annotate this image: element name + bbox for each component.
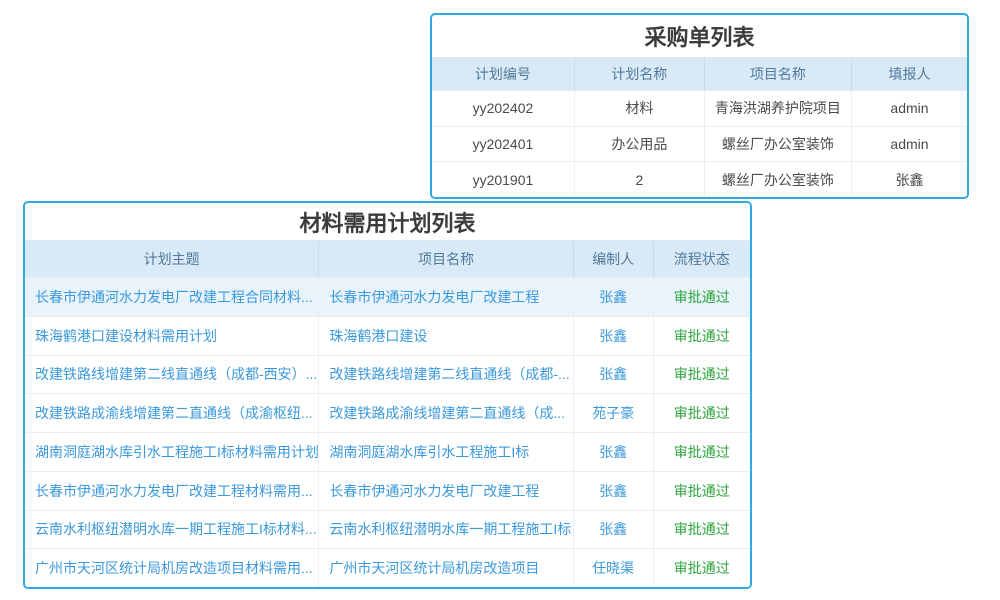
material-table-header: 计划主题 项目名称 编制人 流程状态 <box>25 241 750 277</box>
column-header-plan-name: 计划名称 <box>575 58 705 90</box>
cell-author: 张鑫 <box>574 317 654 355</box>
cell-project-link[interactable]: 长春市伊通河水力发电厂改建工程 <box>319 278 573 316</box>
cell-author: 张鑫 <box>574 356 654 394</box>
cell-author: 张鑫 <box>574 511 654 549</box>
purchase-list-panel: 采购单列表 计划编号 计划名称 项目名称 填报人 yy202402 材料 青海洪… <box>430 13 969 199</box>
cell-plan-subject-link[interactable]: 广州市天河区统计局机房改造项目材料需用... <box>25 549 319 587</box>
material-panel-title: 材料需用计划列表 <box>25 203 750 241</box>
purchase-panel-title: 采购单列表 <box>432 15 967 58</box>
table-row[interactable]: 长春市伊通河水力发电厂改建工程材料需用... 长春市伊通河水力发电厂改建工程 张… <box>25 471 750 510</box>
column-header-status: 流程状态 <box>654 241 750 277</box>
cell-author: 张鑫 <box>574 472 654 510</box>
cell-author: 张鑫 <box>574 433 654 471</box>
table-row[interactable]: 云南水利枢纽潜明水库一期工程施工I标材料... 云南水利枢纽潜明水库一期工程施工… <box>25 510 750 549</box>
cell-plan-no: yy201901 <box>432 162 575 197</box>
cell-plan-subject-link[interactable]: 珠海鹤港口建设材料需用计划 <box>25 317 319 355</box>
status-badge: 审批通过 <box>654 278 750 316</box>
cell-project: 螺丝厂办公室装饰 <box>705 127 852 162</box>
column-header-project: 项目名称 <box>319 241 573 277</box>
cell-project-link[interactable]: 湖南洞庭湖水库引水工程施工I标 <box>319 433 573 471</box>
purchase-table-header: 计划编号 计划名称 项目名称 填报人 <box>432 58 967 90</box>
material-table-body: 长春市伊通河水力发电厂改建工程合同材料... 长春市伊通河水力发电厂改建工程 张… <box>25 277 750 587</box>
cell-plan-subject-link[interactable]: 改建铁路成渝线增建第二直通线（成渝枢纽... <box>25 394 319 432</box>
table-row[interactable]: 改建铁路成渝线增建第二直通线（成渝枢纽... 改建铁路成渝线增建第二直通线（成.… <box>25 393 750 432</box>
table-row[interactable]: 广州市天河区统计局机房改造项目材料需用... 广州市天河区统计局机房改造项目 任… <box>25 548 750 587</box>
cell-project: 螺丝厂办公室装饰 <box>705 162 852 197</box>
cell-project-link[interactable]: 长春市伊通河水力发电厂改建工程 <box>319 472 573 510</box>
table-row[interactable]: 长春市伊通河水力发电厂改建工程合同材料... 长春市伊通河水力发电厂改建工程 张… <box>25 277 750 316</box>
cell-reporter: 张鑫 <box>852 162 967 197</box>
cell-author: 任晓渠 <box>574 549 654 587</box>
material-plan-list-panel: 材料需用计划列表 计划主题 项目名称 编制人 流程状态 长春市伊通河水力发电厂改… <box>23 201 752 589</box>
table-row[interactable]: 珠海鹤港口建设材料需用计划 珠海鹤港口建设 张鑫 审批通过 <box>25 316 750 355</box>
status-badge: 审批通过 <box>654 394 750 432</box>
cell-project-link[interactable]: 改建铁路线增建第二线直通线（成都-... <box>319 356 573 394</box>
cell-author: 张鑫 <box>574 278 654 316</box>
table-row[interactable]: yy201901 2 螺丝厂办公室装饰 张鑫 <box>432 161 967 197</box>
status-badge: 审批通过 <box>654 317 750 355</box>
table-row[interactable]: yy202401 办公用品 螺丝厂办公室装饰 admin <box>432 126 967 162</box>
cell-plan-subject-link[interactable]: 云南水利枢纽潜明水库一期工程施工I标材料... <box>25 511 319 549</box>
cell-plan-no: yy202401 <box>432 127 575 162</box>
cell-plan-name: 材料 <box>575 91 705 126</box>
cell-plan-name: 2 <box>575 162 705 197</box>
cell-reporter: admin <box>852 127 967 162</box>
table-row[interactable]: 改建铁路线增建第二线直通线（成都-西安）... 改建铁路线增建第二线直通线（成都… <box>25 355 750 394</box>
column-header-project: 项目名称 <box>705 58 852 90</box>
status-badge: 审批通过 <box>654 511 750 549</box>
status-badge: 审批通过 <box>654 356 750 394</box>
cell-plan-subject-link[interactable]: 长春市伊通河水力发电厂改建工程材料需用... <box>25 472 319 510</box>
cell-plan-subject-link[interactable]: 湖南洞庭湖水库引水工程施工I标材料需用计划 <box>25 433 319 471</box>
cell-plan-subject-link[interactable]: 长春市伊通河水力发电厂改建工程合同材料... <box>25 278 319 316</box>
column-header-author: 编制人 <box>574 241 654 277</box>
cell-project-link[interactable]: 广州市天河区统计局机房改造项目 <box>319 549 573 587</box>
cell-project-link[interactable]: 云南水利枢纽潜明水库一期工程施工I标 <box>319 511 573 549</box>
table-row[interactable]: 湖南洞庭湖水库引水工程施工I标材料需用计划 湖南洞庭湖水库引水工程施工I标 张鑫… <box>25 432 750 471</box>
purchase-table-body: yy202402 材料 青海洪湖养护院项目 admin yy202401 办公用… <box>432 90 967 197</box>
cell-project: 青海洪湖养护院项目 <box>705 91 852 126</box>
cell-plan-no: yy202402 <box>432 91 575 126</box>
cell-reporter: admin <box>852 91 967 126</box>
cell-plan-subject-link[interactable]: 改建铁路线增建第二线直通线（成都-西安）... <box>25 356 319 394</box>
cell-author: 苑子豪 <box>574 394 654 432</box>
column-header-plan-subject: 计划主题 <box>25 241 319 277</box>
table-row[interactable]: yy202402 材料 青海洪湖养护院项目 admin <box>432 90 967 126</box>
status-badge: 审批通过 <box>654 433 750 471</box>
cell-project-link[interactable]: 珠海鹤港口建设 <box>319 317 573 355</box>
column-header-plan-no: 计划编号 <box>432 58 575 90</box>
cell-plan-name: 办公用品 <box>575 127 705 162</box>
column-header-reporter: 填报人 <box>852 58 967 90</box>
cell-project-link[interactable]: 改建铁路成渝线增建第二直通线（成... <box>319 394 573 432</box>
status-badge: 审批通过 <box>654 472 750 510</box>
status-badge: 审批通过 <box>654 549 750 587</box>
